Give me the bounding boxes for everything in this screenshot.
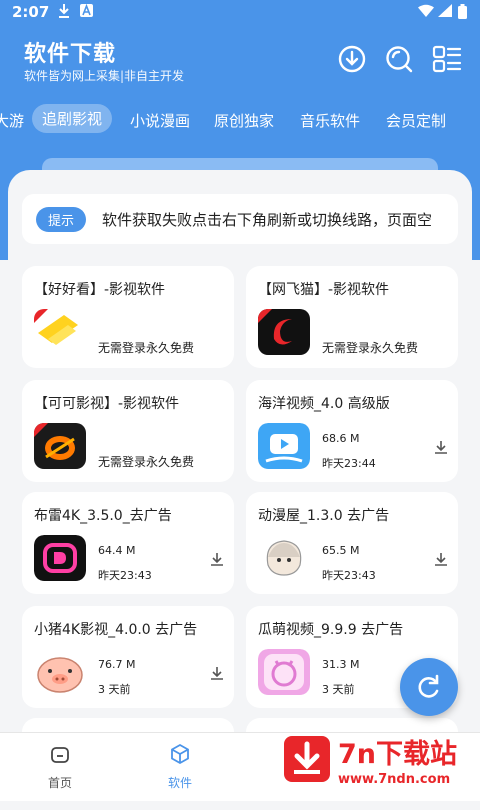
app-card[interactable]: 【好好看】-影视软件 无需登录永久免费	[22, 266, 234, 368]
notice-text: 软件获取失败点击右下角刷新或切换线路，页面空	[102, 211, 433, 229]
app-note: 无需登录永久免费	[98, 455, 195, 469]
app-date: 昨天23:44	[322, 457, 376, 470]
tab-games[interactable]: 大游	[0, 110, 24, 131]
app-card[interactable]: 海洋视频_4.0 高级版 68.6 M 昨天23:44	[246, 380, 458, 482]
cube-icon	[171, 743, 189, 765]
app-date: 昨天23:43	[98, 569, 152, 582]
pig-icon	[34, 649, 86, 695]
tab-music[interactable]: 音乐软件	[300, 110, 360, 131]
signal-icon	[438, 4, 452, 21]
status-bar: 2:07	[0, 0, 480, 26]
app-title: 海洋视频_4.0 高级版	[258, 396, 390, 412]
home-icon	[51, 747, 69, 763]
tab-novels[interactable]: 小说漫画	[130, 110, 190, 131]
app-title: 瓜萌视频_9.9.9 去广告	[258, 622, 404, 638]
notice-badge: 提示	[36, 207, 87, 232]
download-small-icon[interactable]	[210, 552, 224, 566]
category-tabs: 大游 追剧影视 小说漫画 原创独家 音乐软件 会员定制	[0, 100, 480, 144]
dongmanwu-icon	[258, 535, 310, 581]
keke-icon	[34, 423, 86, 469]
nav-software-label: 软件	[167, 776, 192, 790]
nav-home-label: 首页	[47, 776, 72, 790]
app-card[interactable]: 小猪4K影视_4.0.0 去广告 76.7 M 3 天前	[22, 606, 234, 708]
site-watermark: 7n下载站 www.7ndn.com	[280, 730, 476, 794]
page-title: 软件下载	[24, 42, 117, 67]
page-subtitle: 软件皆为网上采集|非自主开发	[24, 69, 185, 83]
download-small-icon[interactable]	[434, 440, 448, 454]
category-icon	[432, 45, 462, 73]
status-time: 2:07	[12, 3, 50, 21]
tab-vip[interactable]: 会员定制	[386, 110, 446, 131]
watermark-title: 7n下载站	[338, 739, 458, 770]
tab-movies[interactable]: 追剧影视	[32, 104, 113, 133]
notification-a-icon	[80, 3, 93, 21]
app-date: 昨天23:43	[322, 569, 376, 582]
app-card[interactable]: 【网飞猫】-影视软件 无需登录永久免费	[246, 266, 458, 368]
app-card[interactable]: 布雷4K_3.5.0_去广告 64.4 M 昨天23:43	[22, 492, 234, 594]
battery-icon	[458, 4, 467, 23]
download-button[interactable]	[337, 44, 367, 74]
app-title: 【网飞猫】-影视软件	[258, 282, 390, 298]
app-note: 无需登录永久免费	[98, 341, 195, 355]
app-note: 无需登录永久免费	[322, 341, 419, 355]
watermark-url: www.7ndn.com	[338, 772, 451, 787]
download-status-icon	[58, 4, 70, 22]
search-icon	[386, 46, 413, 73]
download-icon	[338, 45, 366, 73]
wifi-icon	[418, 4, 434, 21]
nav-home[interactable]: 首页	[30, 743, 90, 791]
app-card[interactable]: 【可可影视】-影视软件 无需登录永久免费	[22, 380, 234, 482]
haohaokan-icon	[34, 309, 86, 355]
bulei-icon	[34, 535, 86, 581]
app-size: 65.5 M	[322, 544, 360, 557]
app-date: 3 天前	[98, 683, 131, 696]
refresh-icon	[418, 674, 439, 698]
nav-software[interactable]: 软件	[150, 743, 210, 791]
download-small-icon[interactable]	[210, 666, 224, 680]
wangfeimao-icon	[258, 309, 310, 355]
app-title: 布雷4K_3.5.0_去广告	[34, 508, 172, 524]
app-size: 76.7 M	[98, 658, 136, 671]
watermark-download-icon	[284, 736, 330, 782]
download-small-icon[interactable]	[434, 552, 448, 566]
app-size: 64.4 M	[98, 544, 136, 557]
guameng-icon	[258, 649, 310, 695]
app-date: 3 天前	[322, 683, 355, 696]
refresh-button[interactable]	[400, 658, 458, 716]
search-button[interactable]	[384, 44, 414, 74]
app-title: 动漫屋_1.3.0 去广告	[258, 508, 390, 524]
app-card[interactable]: 动漫屋_1.3.0 去广告 65.5 M 昨天23:43	[246, 492, 458, 594]
tab-original[interactable]: 原创独家	[214, 110, 274, 131]
app-title: 小猪4K影视_4.0.0 去广告	[34, 622, 198, 638]
haiyang-icon	[258, 423, 310, 469]
app-size: 31.3 M	[322, 658, 360, 671]
app-size: 68.6 M	[322, 432, 360, 445]
notice-bar: 提示 软件获取失败点击右下角刷新或切换线路，页面空	[22, 194, 458, 244]
category-button[interactable]	[432, 44, 462, 74]
app-title: 【好好看】-影视软件	[34, 282, 166, 298]
app-title: 【可可影视】-影视软件	[34, 396, 180, 412]
